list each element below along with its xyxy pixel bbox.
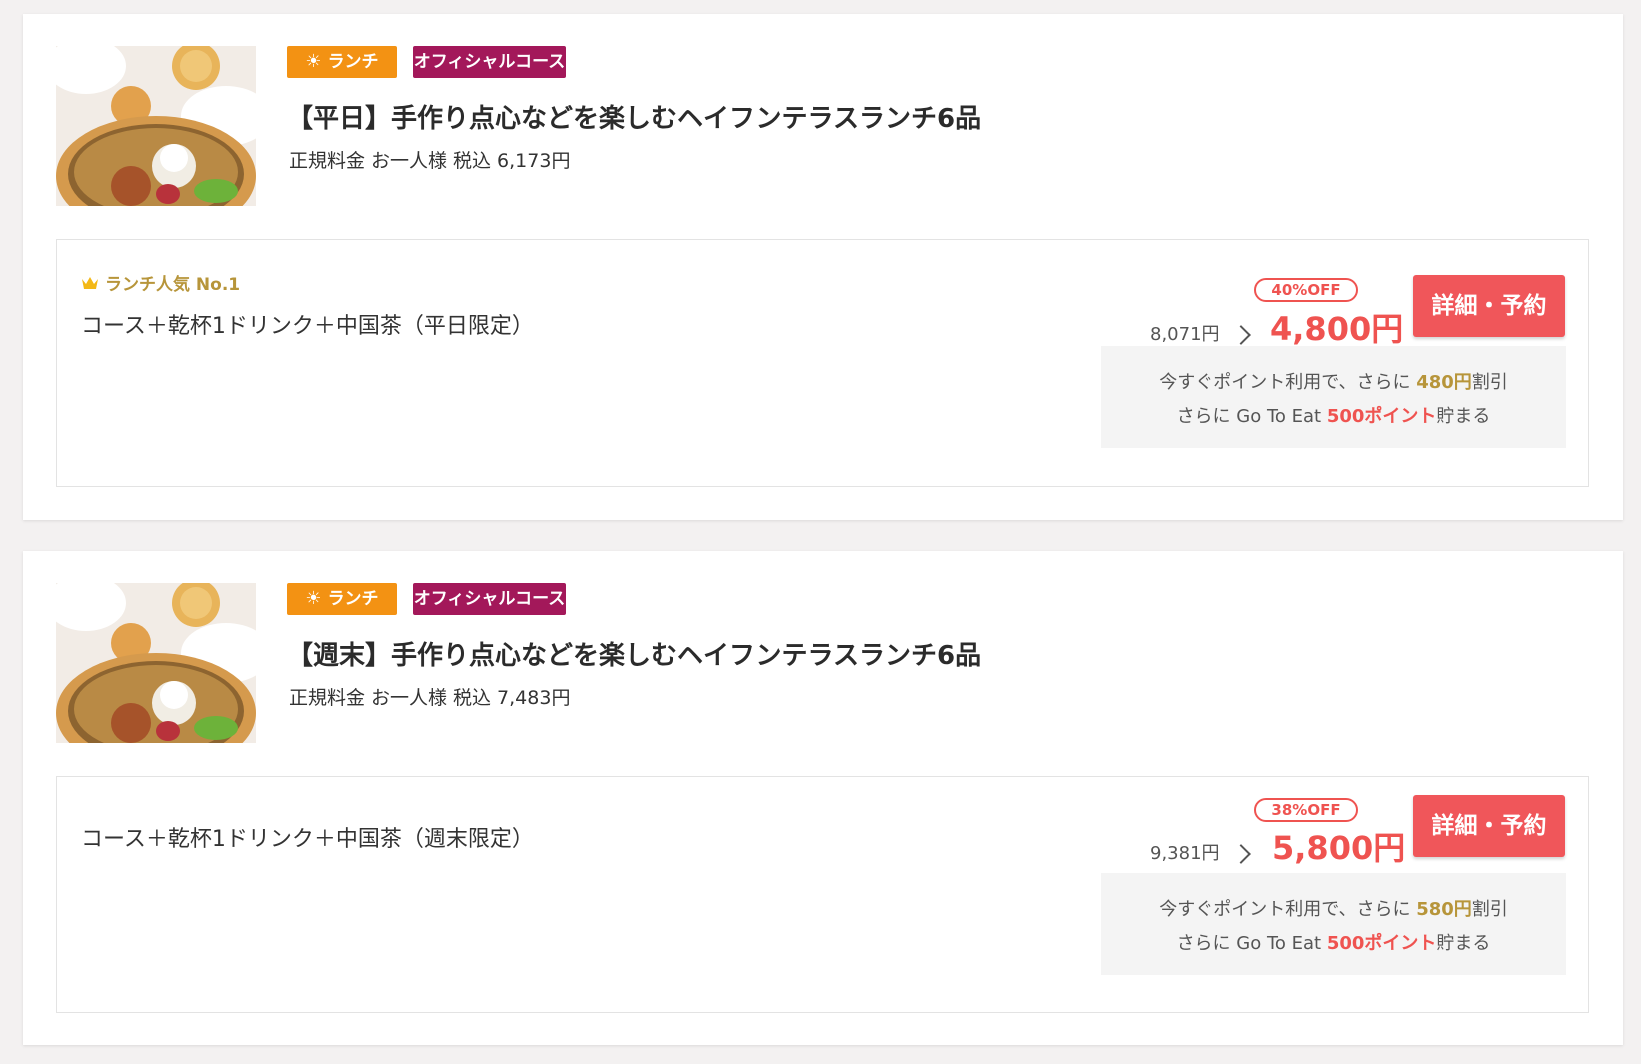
gotoeat-text: さらに Go To Eat (1176, 406, 1322, 427)
gotoeat-suffix: 貯まる (1436, 406, 1491, 427)
discount-badge: 40%OFF (1254, 278, 1358, 302)
course-title[interactable]: 【平日】手作り点心などを楽しむヘイフンテラスランチ6品 (287, 98, 981, 135)
gotoeat-points-line: さらに Go To Eat 500ポイント貯まる (1101, 402, 1566, 428)
gotoeat-suffix: 貯まる (1436, 933, 1491, 954)
original-price: 8,071円 (1150, 324, 1220, 345)
per-person-label: お一人様 (371, 150, 448, 172)
points-discount-amount: 580円 (1416, 899, 1472, 920)
original-price: 9,381円 (1150, 843, 1220, 864)
points-discount-line: 今すぐポイント利用で、さらに 480円割引 (1101, 368, 1566, 394)
popular-ranking: ランチ人気 No.1 (81, 270, 240, 295)
regular-price-amount: 6,173円 (497, 150, 571, 172)
points-info: 今すぐポイント利用で、さらに 480円割引 さらに Go To Eat 500ポ… (1101, 346, 1566, 448)
official-course-badge: オフィシャルコース (413, 583, 566, 615)
lunch-badge-label: ランチ (327, 52, 379, 72)
reserve-button[interactable]: 詳細・予約 (1413, 275, 1565, 337)
course-card: ☀ ランチ オフィシャルコース 【週末】手作り点心などを楽しむヘイフンテラスラン… (23, 551, 1623, 1045)
discount-badge: 38%OFF (1254, 798, 1358, 822)
course-card: ☀ ランチ オフィシャルコース 【平日】手作り点心などを楽しむヘイフンテラスラン… (23, 14, 1623, 520)
sun-icon: ☀ (305, 588, 322, 609)
gotoeat-points-line: さらに Go To Eat 500ポイント貯まる (1101, 929, 1566, 955)
regular-price: 正規料金 お一人様 税込 6,173円 (289, 146, 570, 173)
crown-icon (82, 276, 98, 289)
course-photo[interactable] (56, 46, 256, 206)
plan-name[interactable]: コース＋乾杯1ドリンク＋中国茶（平日限定） (81, 308, 534, 340)
tax-label: 税込 (453, 687, 492, 709)
per-person-label: お一人様 (371, 687, 448, 709)
discounted-price: 5,800円 (1272, 829, 1406, 867)
gotoeat-text: さらに Go To Eat (1176, 933, 1322, 954)
reserve-button[interactable]: 詳細・予約 (1413, 795, 1565, 857)
points-discount-line: 今すぐポイント利用で、さらに 580円割引 (1101, 895, 1566, 921)
course-title[interactable]: 【週末】手作り点心などを楽しむヘイフンテラスランチ6品 (287, 635, 981, 672)
regular-price-label: 正規料金 (289, 687, 366, 709)
discounted-price: 4,800円 (1270, 310, 1404, 348)
tax-label: 税込 (453, 150, 492, 172)
regular-price-label: 正規料金 (289, 150, 366, 172)
regular-price: 正規料金 お一人様 税込 7,483円 (289, 683, 570, 710)
lunch-badge: ☀ ランチ (287, 583, 397, 615)
popular-ranking-label: ランチ人気 No.1 (105, 275, 241, 295)
official-course-badge: オフィシャルコース (413, 46, 566, 78)
lunch-badge-label: ランチ (327, 589, 379, 609)
plan-name[interactable]: コース＋乾杯1ドリンク＋中国茶（週末限定） (81, 821, 534, 853)
lunch-badge: ☀ ランチ (287, 46, 397, 78)
gotoeat-points: 500ポイント (1326, 406, 1437, 427)
sun-icon: ☀ (305, 51, 322, 72)
points-discount-text: 今すぐポイント利用で、さらに (1159, 899, 1411, 920)
points-discount-amount: 480円 (1416, 372, 1472, 393)
regular-price-amount: 7,483円 (497, 687, 571, 709)
course-photo[interactable] (56, 583, 256, 743)
points-info: 今すぐポイント利用で、さらに 580円割引 さらに Go To Eat 500ポ… (1101, 873, 1566, 975)
points-discount-suffix: 割引 (1471, 372, 1508, 393)
points-discount-suffix: 割引 (1471, 899, 1508, 920)
gotoeat-points: 500ポイント (1326, 933, 1437, 954)
points-discount-text: 今すぐポイント利用で、さらに (1159, 372, 1411, 393)
